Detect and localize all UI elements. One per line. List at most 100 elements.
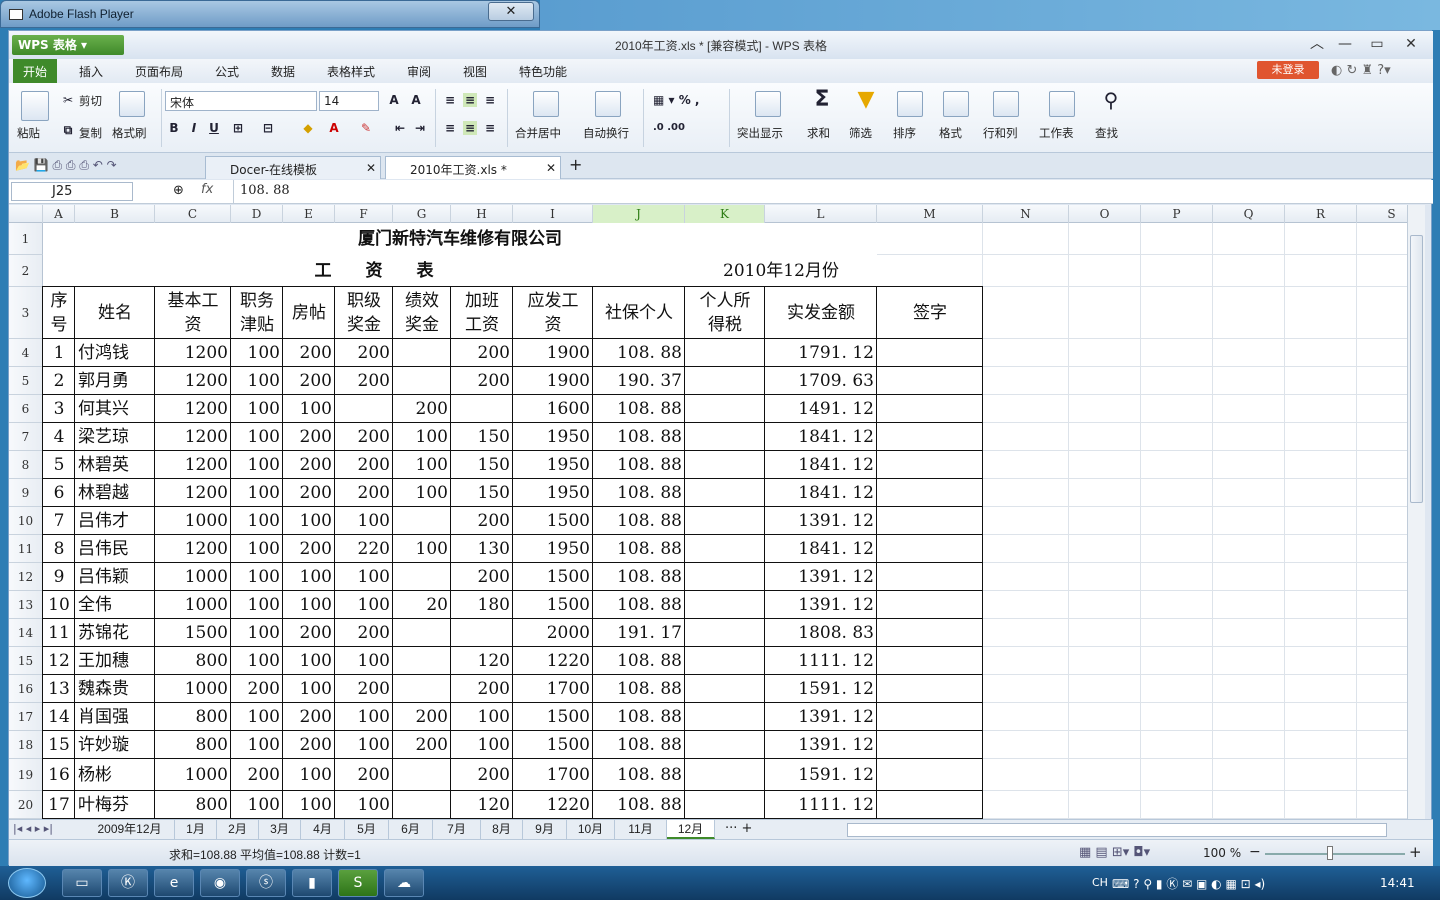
header-cell[interactable]: 姓名 [75, 287, 155, 339]
table-cell[interactable]: 1950 [513, 535, 593, 563]
table-cell[interactable]: 林碧英 [75, 451, 155, 479]
column-header-K[interactable]: K [685, 205, 765, 223]
table-cell[interactable] [685, 647, 765, 675]
column-header-Q[interactable]: Q [1213, 205, 1285, 223]
table-cell[interactable]: 100 [335, 563, 393, 591]
table-cell[interactable] [685, 619, 765, 647]
paste-button[interactable]: 粘贴 [17, 125, 40, 141]
bold-icon[interactable]: B [167, 121, 181, 135]
table-cell[interactable]: 1700 [513, 759, 593, 791]
column-header-S[interactable]: S [1357, 205, 1407, 223]
wrap-text-icon[interactable] [595, 91, 621, 117]
filter-icon[interactable]: ▼ [855, 89, 877, 119]
table-cell[interactable]: 200 [335, 451, 393, 479]
close-button[interactable]: ✕ [1401, 35, 1421, 53]
table-cell[interactable]: 100 [231, 451, 283, 479]
row-header[interactable]: 17 [9, 703, 43, 731]
table-cell[interactable]: 108. 88 [593, 339, 685, 367]
table-cell[interactable]: 吕伟民 [75, 535, 155, 563]
table-cell[interactable] [393, 791, 451, 819]
header-cell[interactable]: 加班 工资 [451, 287, 513, 339]
format-painter-button[interactable]: 格式刷 [112, 125, 147, 141]
table-cell[interactable] [393, 759, 451, 791]
table-cell[interactable]: 800 [155, 703, 231, 731]
spreadsheet-grid[interactable]: ABCDEFGHIJKLMNOPQRS 1 2 3 4 5 6 7 8 9 10 11 12 13 14 1… [9, 205, 1407, 819]
table-cell[interactable]: 100 [451, 703, 513, 731]
zoom-icon[interactable]: ⊕ [173, 183, 184, 198]
table-cell[interactable]: 1709. 63 [765, 367, 877, 395]
table-cell[interactable] [685, 479, 765, 507]
table-cell[interactable] [685, 563, 765, 591]
table-cell[interactable]: 6 [43, 479, 75, 507]
header-cell[interactable]: 签字 [877, 287, 983, 339]
italic-icon[interactable]: I [187, 121, 201, 135]
row-header[interactable]: 2 [9, 255, 43, 287]
table-cell[interactable]: 1391. 12 [765, 591, 877, 619]
cloud-icon[interactable]: ☁ [384, 869, 424, 897]
table-cell[interactable]: 14 [43, 703, 75, 731]
table-cell[interactable]: 叶梅芬 [75, 791, 155, 819]
table-cell[interactable]: 100 [451, 731, 513, 759]
row-header[interactable]: 13 [9, 591, 43, 619]
table-cell[interactable]: 120 [451, 791, 513, 819]
maximize-button[interactable]: ▭ [1367, 35, 1387, 53]
table-cell[interactable]: 1000 [155, 759, 231, 791]
column-header-N[interactable]: N [983, 205, 1069, 223]
table-cell[interactable]: 1591. 12 [765, 759, 877, 791]
header-cell[interactable]: 房帖 [283, 287, 335, 339]
row-header[interactable]: 9 [9, 479, 43, 507]
table-cell[interactable]: 100 [283, 395, 335, 423]
table-cell[interactable]: 17 [43, 791, 75, 819]
table-cell[interactable]: 1000 [155, 563, 231, 591]
app-k-icon[interactable]: Ⓚ [108, 869, 148, 897]
menu-page-layout[interactable]: 页面布局 [135, 63, 183, 80]
table-cell[interactable]: 200 [283, 731, 335, 759]
table-cell[interactable]: 108. 88 [593, 535, 685, 563]
table-cell[interactable]: 100 [231, 619, 283, 647]
table-cell[interactable]: 1000 [155, 591, 231, 619]
table-cell[interactable]: 1950 [513, 479, 593, 507]
format-icon[interactable] [943, 91, 969, 117]
column-header-J[interactable]: J [593, 205, 685, 223]
table-cell[interactable]: 150 [451, 451, 513, 479]
table-cell[interactable]: 150 [451, 479, 513, 507]
table-cell[interactable]: 100 [231, 563, 283, 591]
sum-icon[interactable]: Σ [811, 89, 833, 119]
tray-icons[interactable]: ⌨ ? ⚲ ▮ Ⓚ ✉ ▣ ◐ ▦ ⊡ ◂) [1112, 875, 1265, 892]
table-cell[interactable]: 梁艺琼 [75, 423, 155, 451]
table-cell[interactable]: 100 [335, 791, 393, 819]
table-cell[interactable]: 4 [43, 423, 75, 451]
table-cell[interactable]: 1841. 12 [765, 423, 877, 451]
row-header[interactable]: 4 [9, 339, 43, 367]
table-cell[interactable]: 100 [335, 647, 393, 675]
row-header[interactable]: 12 [9, 563, 43, 591]
table-cell[interactable]: 100 [231, 367, 283, 395]
format-button[interactable]: 格式 [939, 125, 962, 141]
sort-button[interactable]: 排序 [893, 125, 916, 141]
table-cell[interactable]: 1200 [155, 339, 231, 367]
table-cell[interactable]: 100 [231, 647, 283, 675]
header-cell[interactable]: 实发金额 [765, 287, 877, 339]
window-icon[interactable]: ▮ [292, 869, 332, 897]
company-title[interactable]: 厦门新特汽车维修有限公司 [43, 223, 877, 255]
column-header-B[interactable]: B [75, 205, 155, 223]
sheet-tab[interactable]: 7月 [433, 820, 481, 839]
table-cell[interactable]: 1900 [513, 339, 593, 367]
table-cell[interactable]: 108. 88 [593, 647, 685, 675]
sheet-tab[interactable]: 2月 [217, 820, 259, 839]
table-cell[interactable]: 100 [393, 423, 451, 451]
table-cell[interactable] [685, 339, 765, 367]
menu-start[interactable]: 开始 [13, 59, 58, 83]
table-cell[interactable]: 100 [231, 507, 283, 535]
merge-center-button[interactable]: 合并居中 [515, 125, 561, 141]
table-cell[interactable]: 1391. 12 [765, 731, 877, 759]
table-cell[interactable]: 12 [43, 647, 75, 675]
row-header[interactable]: 5 [9, 367, 43, 395]
skin-icon[interactable]: ◐ ↻ ♜ ?▾ [1331, 63, 1391, 78]
flash-close-button[interactable]: ✕ [488, 2, 534, 21]
zoom-slider[interactable] [1265, 853, 1405, 855]
row-col-icon[interactable] [993, 91, 1019, 117]
row-header[interactable]: 7 [9, 423, 43, 451]
table-cell[interactable]: 108. 88 [593, 759, 685, 791]
table-cell[interactable]: 200 [451, 507, 513, 535]
